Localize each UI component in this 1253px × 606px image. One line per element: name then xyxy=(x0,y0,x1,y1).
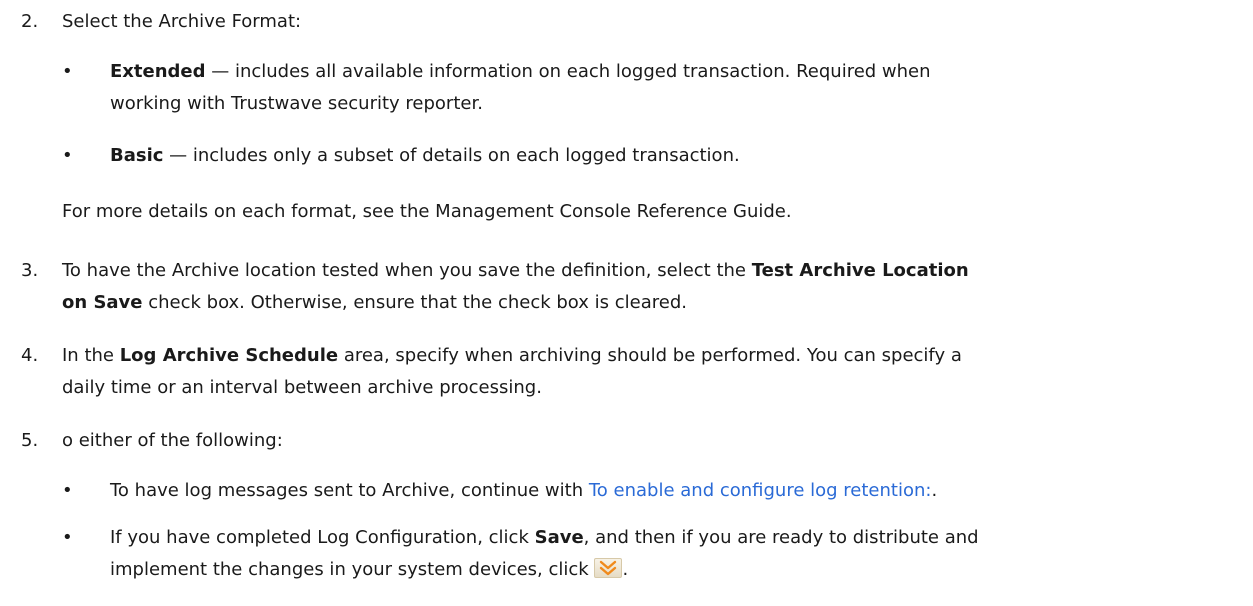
bullet-text: To have log messages sent to Archive, co… xyxy=(110,475,1240,507)
area-name: Log Archive Schedule xyxy=(119,345,339,366)
bullet-text: Extended — includes all available inform… xyxy=(110,56,1240,120)
bullet-text-pre: If you have completed Log Configuration,… xyxy=(110,527,535,548)
checkbox-name-line1: Test Archive Location xyxy=(751,260,969,281)
bullet-text-line2: working with Trustwave security reporter… xyxy=(110,93,483,114)
save-label: Save xyxy=(534,527,584,548)
step-text-post: check box. Otherwise, ensure that the ch… xyxy=(142,292,687,313)
step-text: To have the Archive location tested when… xyxy=(62,255,1242,319)
step-number: 3. xyxy=(21,260,39,281)
bullet-text-body: — includes only a subset of details on e… xyxy=(163,145,740,166)
double-chevron-down-icon[interactable] xyxy=(594,558,623,578)
format-name-basic: Basic xyxy=(110,145,164,166)
format-name-extended: Extended xyxy=(110,61,206,82)
step-text-pre: In the xyxy=(62,345,120,366)
note-text: For more details on each format, see the… xyxy=(62,201,792,222)
step-number: 4. xyxy=(21,345,39,366)
bullet-text-pre: To have log messages sent to Archive, co… xyxy=(110,480,589,501)
bullet-text: Basic — includes only a subset of detail… xyxy=(110,140,1240,172)
bullet-text: If you have completed Log Configuration,… xyxy=(110,522,1240,586)
bullet-dot: • xyxy=(62,61,73,82)
checkbox-name-line2: on Save xyxy=(62,292,143,313)
log-retention-link[interactable]: To enable and configure log retention: xyxy=(589,480,932,501)
bullet-text-line1: — includes all available information on … xyxy=(205,61,931,82)
step-text-post: area, specify when archiving should be p… xyxy=(338,345,962,366)
bullet-text-post: , and then if you are ready to distribut… xyxy=(583,527,979,548)
bullet-text-line2: implement the changes in your system dev… xyxy=(110,559,595,580)
step-number: 5. xyxy=(21,430,39,451)
bullet-dot: • xyxy=(62,527,73,548)
bullet-dot: • xyxy=(62,145,73,166)
bullet-text-post: . xyxy=(931,480,938,501)
step-text: o either of the following: xyxy=(62,430,283,451)
bullet-dot: • xyxy=(62,480,73,501)
step-text: In the Log Archive Schedule area, specif… xyxy=(62,340,1242,404)
step-text: Select the Archive Format: xyxy=(62,11,302,32)
bullet-text-end: . xyxy=(622,559,629,580)
step-number: 2. xyxy=(21,11,39,32)
step-text-line2: daily time or an interval between archiv… xyxy=(62,377,542,398)
step-text-pre: To have the Archive location tested when… xyxy=(62,260,752,281)
